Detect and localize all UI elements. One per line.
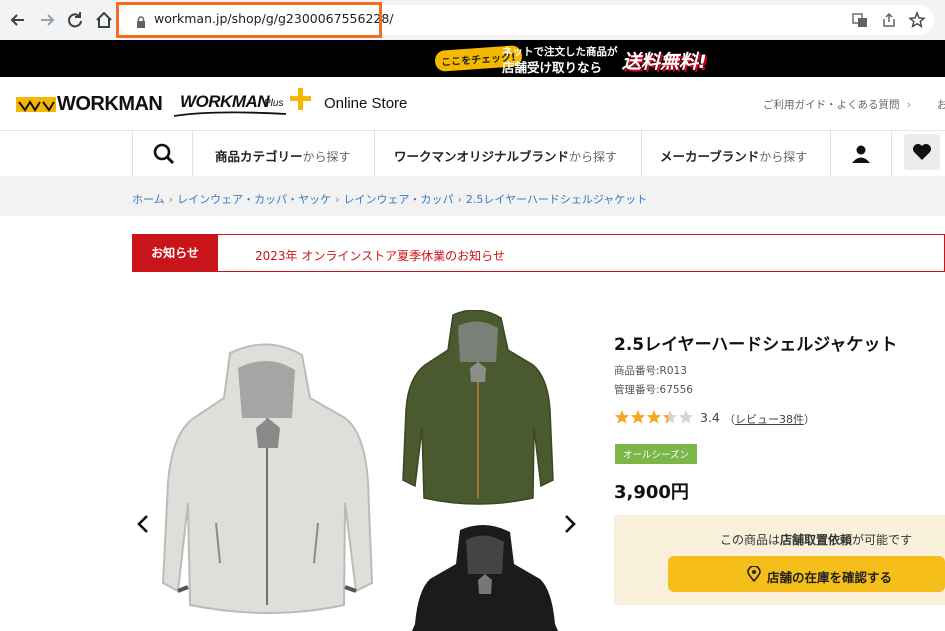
product-price: 3,900円 — [614, 482, 689, 503]
search-button[interactable] — [132, 131, 193, 176]
plus-mark-icon — [287, 86, 313, 117]
breadcrumb-item-rainwear-all[interactable]: レインウェア・カッパ・ヤッケ — [177, 193, 331, 206]
header-link-truncated[interactable]: お — [937, 97, 945, 112]
breadcrumb-item-rainwear[interactable]: レインウェア・カッパ — [343, 193, 453, 206]
online-store-label: Online Store — [324, 95, 408, 112]
gallery-prev-arrow-icon[interactable] — [136, 514, 150, 534]
workman-plus-logo-text: WORKMAN — [180, 92, 270, 111]
share-icon[interactable] — [880, 11, 898, 29]
breadcrumb-chevron-icon: › — [335, 193, 340, 206]
product-image-olive[interactable] — [398, 310, 558, 510]
breadcrumb-item-home[interactable]: ホーム — [132, 193, 165, 206]
breadcrumb-chevron-icon: › — [168, 193, 174, 206]
forward-arrow-icon[interactable] — [36, 9, 58, 31]
check-store-stock-label: 店舗の在庫を確認する — [767, 570, 893, 585]
promo-line-2: 店舗受け取りなら — [502, 60, 603, 75]
category-navigation: 商品カテゴリーから探す ワークマンオリジナルブランドから探す メーカーブランドか… — [132, 131, 945, 176]
category-search-bold: 商品カテゴリー — [215, 149, 303, 164]
notice-bar — [132, 234, 945, 272]
favorites-button[interactable] — [904, 134, 940, 170]
workman-logo-mark — [16, 97, 56, 112]
notice-tag: お知らせ — [132, 234, 218, 272]
account-button[interactable] — [831, 131, 892, 176]
logo-swoosh-icon — [174, 111, 286, 117]
original-brand-suffix: から探す — [569, 150, 618, 164]
store-pickup-message: この商品は店舗取置依頼が可能です — [720, 531, 912, 548]
breadcrumb-chevron-icon: › — [457, 193, 462, 206]
search-icon — [153, 143, 175, 165]
season-badge: オールシーズン — [615, 444, 698, 464]
location-pin-icon — [747, 566, 761, 582]
rating-stars — [615, 410, 693, 424]
category-search-suffix: から探す — [302, 150, 351, 164]
review-bracket-open: （ — [724, 413, 735, 426]
back-arrow-icon[interactable] — [7, 9, 29, 31]
guide-faq-link[interactable]: ご利用ガイド・よくある質問 › — [763, 97, 911, 112]
original-brand-search-tab[interactable]: ワークマンオリジナルブランドから探す — [375, 131, 642, 176]
product-item-number: 商品番号:R013 — [614, 365, 687, 377]
url-highlight-box — [116, 2, 382, 38]
store-pickup-message-pre: この商品は — [720, 533, 781, 547]
store-pickup-message-bold: 店舗取置依頼 — [780, 533, 853, 547]
user-icon — [852, 145, 870, 163]
rating-value: 3.4 — [700, 410, 720, 425]
heart-icon — [913, 144, 931, 160]
gallery-next-arrow-icon[interactable] — [563, 514, 577, 534]
product-management-number: 管理番号:67556 — [614, 384, 693, 396]
original-brand-bold: ワークマンオリジナルブランド — [394, 149, 570, 164]
breadcrumb-item-current[interactable]: 2.5レイヤーハードシェルジャケット — [466, 193, 647, 206]
product-title: 2.5レイヤーハードシェルジャケット — [614, 335, 898, 355]
maker-brand-suffix: から探す — [759, 150, 808, 164]
workman-plus-logo-suffix: Plus — [264, 98, 284, 109]
review-link[interactable]: レビュー38件 — [735, 413, 804, 426]
review-count: （レビュー38件） — [724, 411, 815, 427]
reload-icon[interactable] — [64, 9, 86, 31]
product-image-main[interactable] — [160, 343, 375, 623]
workman-logo-text: WORKMAN — [57, 93, 163, 115]
product-image-black[interactable] — [410, 524, 560, 631]
breadcrumb: ホーム › レインウェア・カッパ・ヤッケ › レインウェア・カッパ › 2.5レイヤーハード… — [132, 191, 647, 207]
maker-brand-bold: メーカーブランド — [660, 149, 760, 164]
store-pickup-message-post: が可能です — [852, 533, 913, 547]
chevron-right-icon: › — [906, 99, 912, 111]
home-icon[interactable] — [93, 9, 115, 31]
guide-faq-label: ご利用ガイド・よくある質問 — [763, 99, 900, 111]
notice-link[interactable]: 2023年 オンラインストア夏季休業のお知らせ — [255, 247, 505, 264]
translate-icon[interactable] — [851, 11, 869, 29]
maker-brand-search-tab[interactable]: メーカーブランドから探す — [642, 131, 831, 176]
review-bracket-close: ） — [804, 413, 815, 426]
category-search-tab[interactable]: 商品カテゴリーから探す — [193, 131, 375, 176]
bookmark-star-icon[interactable] — [908, 11, 926, 29]
promo-free-shipping: 送料無料! — [622, 51, 707, 73]
